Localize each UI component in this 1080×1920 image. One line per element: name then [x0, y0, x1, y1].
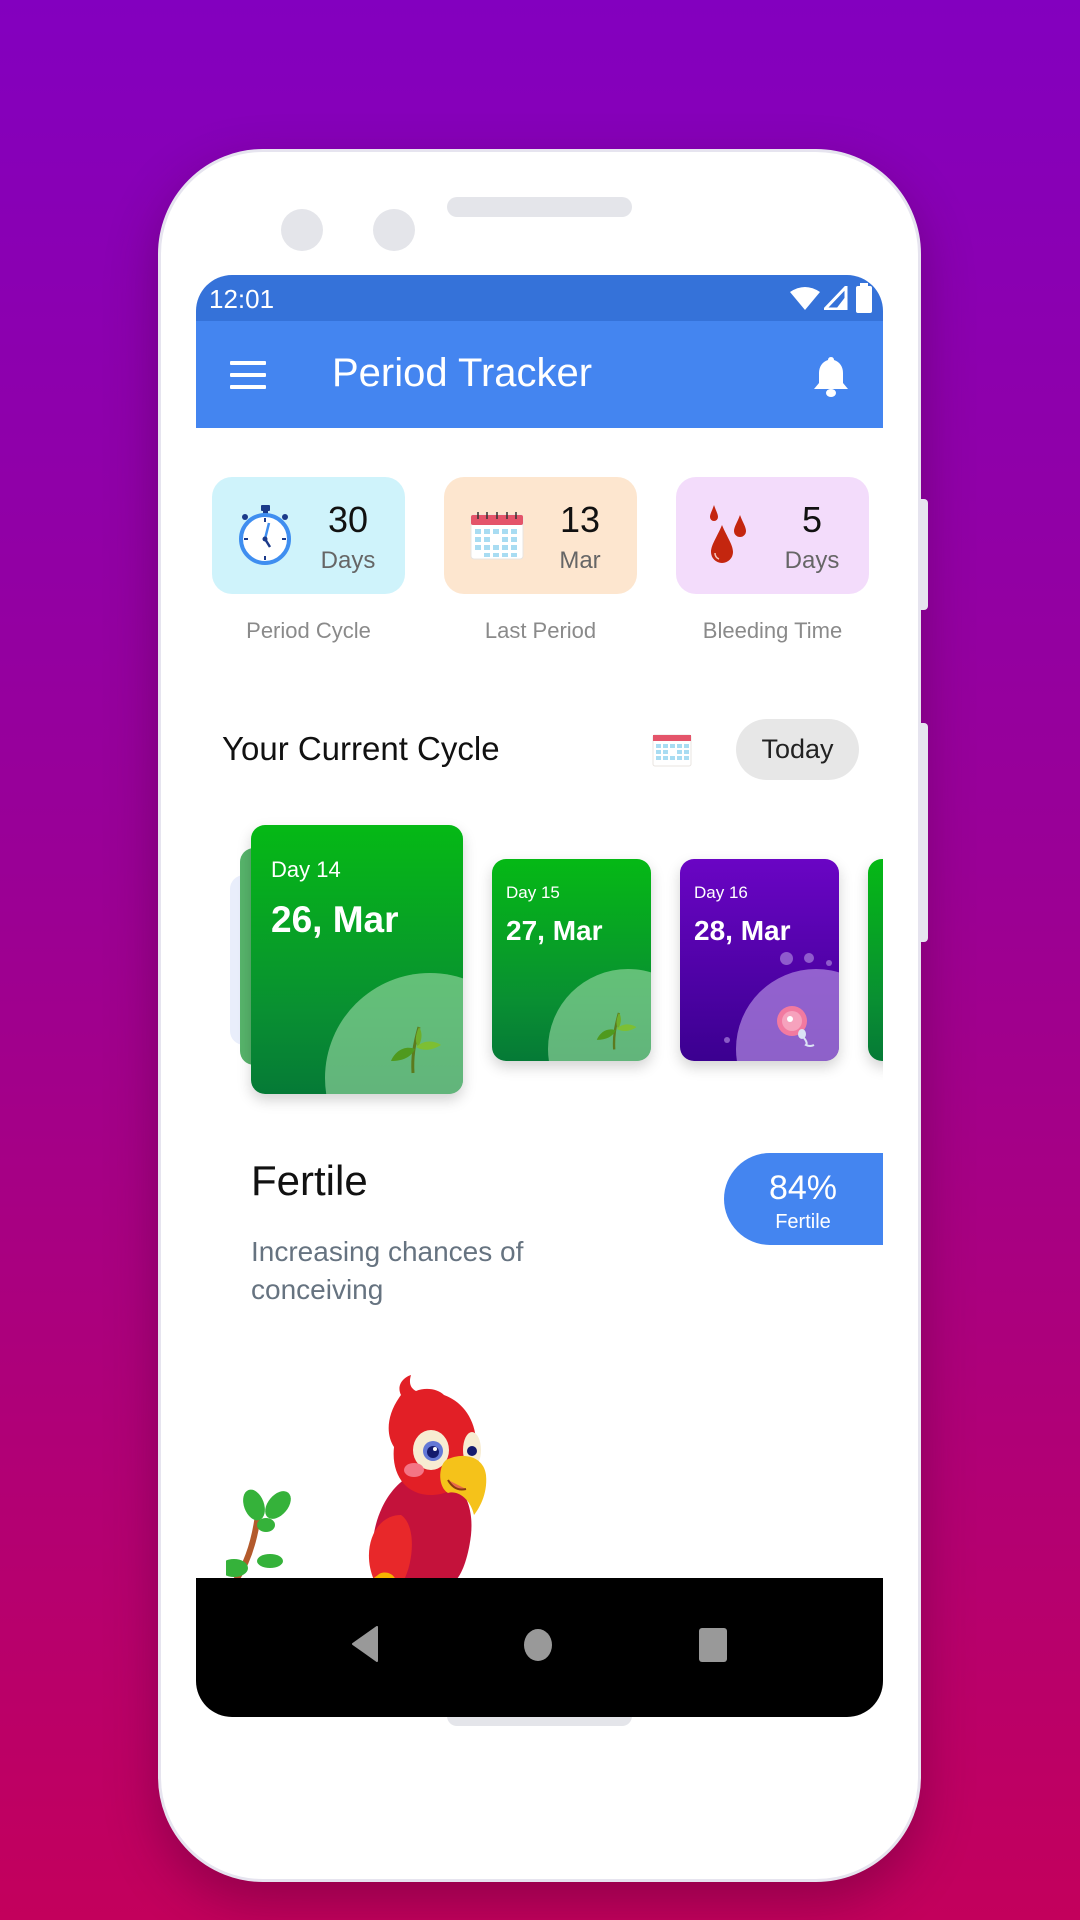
back-icon[interactable]	[351, 1626, 379, 1662]
last-period-value: 13	[559, 499, 601, 540]
fertility-percent: 84%	[768, 1169, 838, 1207]
status-bar: 12:01	[196, 275, 883, 321]
app-screen: 12:01 Period Tracker 30 Days Period Cycl…	[196, 275, 883, 1717]
bleeding-time-card[interactable]: 5 Days	[676, 477, 869, 594]
period-cycle-label: Period Cycle	[246, 618, 371, 643]
fertility-percent-label: Fertile	[775, 1211, 831, 1233]
stopwatch-icon	[239, 505, 291, 565]
last-period-card[interactable]: 13 Mar	[444, 477, 637, 594]
bubble	[724, 1037, 730, 1043]
current-cycle-title: Your Current Cycle	[222, 730, 500, 767]
volume-button	[920, 499, 928, 610]
day-number: Day 16	[694, 883, 748, 902]
battery-icon	[856, 283, 872, 313]
today-button[interactable]: Today	[736, 719, 859, 780]
app-bar: Period Tracker	[196, 321, 883, 428]
period-cycle-unit: Days	[320, 547, 376, 574]
bubble	[780, 952, 793, 965]
bell-icon[interactable]	[811, 355, 851, 399]
hamburger-menu-icon[interactable]	[230, 361, 266, 389]
front-sensor	[373, 209, 415, 251]
recents-icon[interactable]	[698, 1627, 728, 1663]
blood-drops-icon	[710, 505, 746, 563]
day-number: Day 14	[271, 857, 341, 882]
bubble	[804, 953, 814, 963]
parrot-illustration	[226, 1375, 487, 1580]
power-button	[920, 723, 928, 942]
day-number: Day 15	[506, 883, 560, 902]
day-date: 26, Mar	[271, 899, 399, 940]
front-camera	[281, 209, 323, 251]
day-card[interactable]: Day 15 27, Mar	[492, 859, 651, 1061]
day-card[interactable]: Day 16 28, Mar	[680, 859, 839, 1061]
phase-description: Increasing chances of conceiving	[251, 1236, 524, 1305]
day-date: 27, Mar	[506, 915, 603, 946]
period-cycle-value: 30	[327, 499, 369, 540]
status-time: 12:01	[209, 284, 275, 314]
phase-title: Fertile	[251, 1157, 368, 1204]
cell-signal-icon	[824, 286, 848, 310]
bleeding-time-label: Bleeding Time	[702, 618, 843, 643]
bubble	[826, 960, 832, 966]
app-title: Period Tracker	[332, 351, 593, 395]
calendar-picker-icon[interactable]	[652, 731, 692, 767]
sprout-icon	[391, 1026, 441, 1074]
system-nav-bar	[196, 1578, 883, 1717]
earpiece-speaker	[447, 197, 632, 217]
day-card-partial[interactable]	[868, 859, 883, 1061]
sprout-icon	[596, 1012, 637, 1050]
bleeding-time-unit: Days	[784, 547, 840, 574]
day-card-selected[interactable]: Day 14 26, Mar	[251, 825, 463, 1094]
fertility-percent-badge: 84% Fertile	[724, 1153, 883, 1245]
home-icon[interactable]	[523, 1628, 553, 1662]
last-period-label: Last Period	[484, 618, 597, 643]
period-cycle-card[interactable]: 30 Days	[212, 477, 405, 594]
ovulation-egg-icon	[777, 1006, 815, 1047]
calendar-icon	[470, 512, 524, 560]
day-date: 28, Mar	[694, 915, 791, 946]
last-period-unit: Mar	[559, 547, 601, 574]
wifi-icon	[790, 287, 820, 310]
bleeding-time-value: 5	[801, 499, 823, 540]
